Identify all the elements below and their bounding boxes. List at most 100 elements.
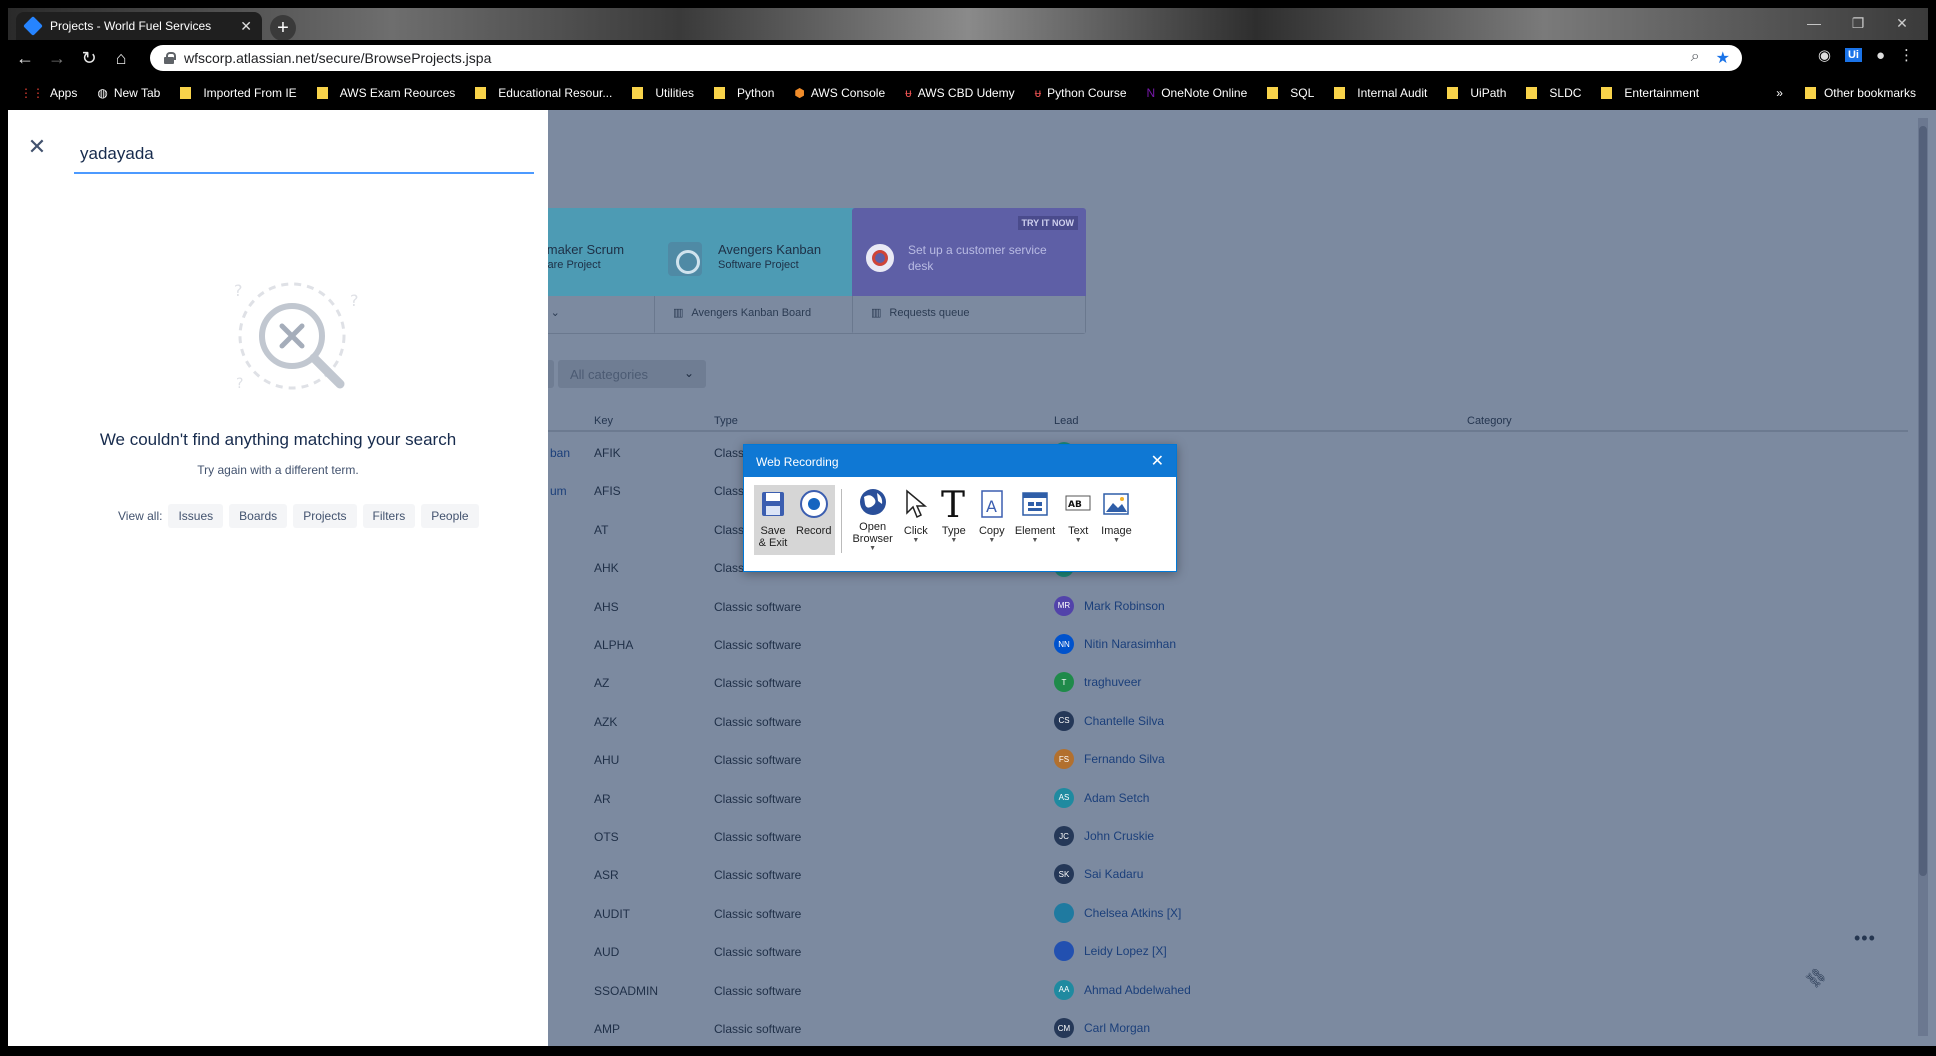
view-all-boards-link[interactable]: Boards	[229, 504, 288, 528]
dropdown-arrow-icon[interactable]: ▼	[988, 537, 995, 545]
copy-tool-button[interactable]: A Copy ▼	[973, 485, 1011, 555]
project-name-link[interactable]: um	[550, 484, 567, 498]
bookmark-item[interactable]: ᵾ AWS CBD Udemy	[905, 86, 1014, 100]
avatar	[1054, 941, 1074, 962]
bookmark-item[interactable]: SQL	[1267, 86, 1314, 100]
profile-icon[interactable]: ●	[1876, 47, 1885, 64]
bookmark-item[interactable]: Entertainment	[1601, 86, 1699, 100]
header-key[interactable]: Key	[594, 415, 613, 427]
header-category[interactable]: Category	[1467, 415, 1512, 427]
board-icon: ▥	[871, 307, 882, 319]
project-key: AHS	[594, 599, 619, 614]
bookmark-item[interactable]: N OneNote Online	[1147, 86, 1248, 100]
project-lead[interactable]: FS Fernando Silva	[1054, 749, 1165, 770]
project-key: AZK	[594, 714, 618, 729]
click-tool-button[interactable]: Click ▼	[897, 485, 935, 555]
dropdown-arrow-icon[interactable]: ▼	[869, 545, 876, 553]
tool-label: Click	[903, 525, 928, 537]
lead-name: Leidy Lopez [X]	[1084, 944, 1167, 959]
home-icon[interactable]: ⌂	[106, 43, 136, 73]
tab-title: Projects - World Fuel Services	[50, 19, 212, 33]
project-lead[interactable]: MR Mark Robinson	[1054, 595, 1165, 616]
other-bookmarks-label[interactable]: Other bookmarks	[1824, 86, 1916, 100]
avatar	[1054, 902, 1074, 923]
dropdown-arrow-icon[interactable]: ▼	[1075, 537, 1082, 545]
open-tool-button[interactable]: Open Browser ▼	[848, 485, 896, 555]
bookmark-item[interactable]: ⬢ AWS Console	[794, 86, 885, 100]
category-select[interactable]: All categories ⌄	[558, 360, 706, 388]
new-tab-button[interactable]: +	[270, 15, 296, 41]
bookmarks-overflow-icon[interactable]: »	[1776, 86, 1783, 100]
no-results-icon: ? ? ?	[234, 281, 359, 392]
dropdown-arrow-icon[interactable]: ▼	[1032, 537, 1039, 545]
card-footer[interactable]: ▥ Requests queue	[852, 296, 1086, 334]
avatar: AS	[1054, 787, 1074, 808]
back-icon[interactable]: ←	[10, 43, 40, 73]
project-lead[interactable]: AS Adam Setch	[1054, 787, 1149, 808]
bookmark-item[interactable]: ᵾ Python Course	[1035, 86, 1127, 100]
project-name-link[interactable]: ban	[550, 446, 570, 460]
project-lead[interactable]: Leidy Lopez [X]	[1054, 941, 1167, 962]
project-lead[interactable]: Ttraghuveer	[1054, 672, 1141, 693]
try-it-now-badge: TRY IT NOW	[1017, 216, 1078, 230]
save-tool-button[interactable]: Save & Exit	[754, 485, 792, 555]
project-card[interactable]: TRY IT NOW Set up a customer service desk…	[852, 208, 1086, 334]
image-tool-button[interactable]: Image ▼	[1097, 485, 1136, 555]
project-lead[interactable]: JC John Cruskie	[1054, 826, 1154, 846]
tab-close-icon[interactable]: ✕	[240, 18, 252, 35]
browser-tab[interactable]: Projects - World Fuel Services ✕	[16, 12, 262, 40]
bookmark-item[interactable]: Internal Audit	[1334, 86, 1427, 100]
project-lead[interactable]: CS Chantelle Silva	[1054, 710, 1164, 731]
bookmark-item[interactable]: AWS Exam Reources	[316, 86, 455, 100]
bookmark-star-icon[interactable]: ★	[1716, 48, 1730, 68]
text-tool-button[interactable]: AB Text ▼	[1059, 485, 1097, 555]
bookmark-item[interactable]: Imported From IE	[180, 86, 297, 100]
bookmark-item[interactable]: ⋮⋮ Apps	[20, 86, 77, 100]
dropdown-arrow-icon[interactable]: ▼	[950, 537, 957, 545]
bookmark-label: Entertainment	[1624, 86, 1700, 100]
type-tool-button[interactable]: T Type ▼	[935, 485, 973, 555]
record-tool-button[interactable]: Record	[792, 485, 836, 555]
minimize-icon[interactable]: —	[1792, 10, 1836, 36]
lifebuoy-icon	[866, 244, 894, 272]
search-input[interactable]	[74, 132, 534, 174]
bookmark-item[interactable]: Educational Resour...	[475, 86, 612, 100]
dropdown-arrow-icon[interactable]: ▼	[912, 537, 919, 545]
view-all-filters-link[interactable]: Filters	[362, 504, 416, 528]
bookmark-item[interactable]: Utilities	[632, 86, 694, 100]
forward-icon[interactable]: →	[42, 43, 72, 73]
page-scrollbar[interactable]	[1918, 118, 1928, 1036]
project-lead[interactable]: NN Nitin Narasimhan	[1054, 634, 1176, 654]
menu-icon[interactable]: ⋮	[1899, 46, 1914, 64]
zoom-icon[interactable]: ⌕	[1691, 48, 1700, 68]
project-lead[interactable]: SK Sai Kadaru	[1054, 864, 1143, 885]
more-actions-icon[interactable]: •••	[1854, 928, 1876, 949]
folder-icon	[1804, 87, 1816, 99]
address-bar[interactable]: wfscorp.atlassian.net/secure/BrowseProje…	[150, 45, 1742, 71]
dialog-close-icon[interactable]: ✕	[1151, 451, 1164, 471]
bookmark-item[interactable]: ◍ New Tab	[97, 86, 160, 100]
view-all-issues-link[interactable]: Issues	[168, 504, 224, 528]
view-all-projects-link[interactable]: Projects	[293, 504, 357, 528]
element-tool-button[interactable]: Element ▼	[1011, 485, 1059, 555]
header-lead[interactable]: Lead	[1054, 415, 1078, 427]
scrollbar-thumb[interactable]	[1919, 126, 1927, 876]
window-close-icon[interactable]: ✕	[1880, 10, 1924, 36]
bookmark-label: OneNote Online	[1161, 86, 1248, 100]
project-lead[interactable]: CM Carl Morgan	[1054, 1018, 1150, 1038]
restore-icon[interactable]: ❐	[1836, 10, 1880, 36]
dropdown-arrow-icon[interactable]: ▼	[1113, 537, 1120, 545]
project-lead[interactable]: AA Ahmad Abdelwahed	[1054, 979, 1191, 1000]
bookmark-item[interactable]: Python	[714, 86, 774, 100]
bookmark-label: UiPath	[1470, 86, 1507, 100]
tool-label: Image	[1101, 525, 1132, 537]
project-lead[interactable]: Chelsea Atkins [X]	[1054, 902, 1181, 923]
extension-icon[interactable]: ◉	[1818, 46, 1831, 64]
uipath-extension-icon[interactable]: Ui	[1844, 48, 1862, 62]
bookmark-item[interactable]: SLDC	[1526, 86, 1581, 100]
close-icon[interactable]: ✕	[22, 132, 52, 162]
bookmark-item[interactable]: UiPath	[1447, 86, 1506, 100]
view-all-people-link[interactable]: People	[421, 504, 479, 528]
reload-icon[interactable]: ↻	[74, 43, 104, 73]
svg-text:T: T	[941, 487, 965, 521]
